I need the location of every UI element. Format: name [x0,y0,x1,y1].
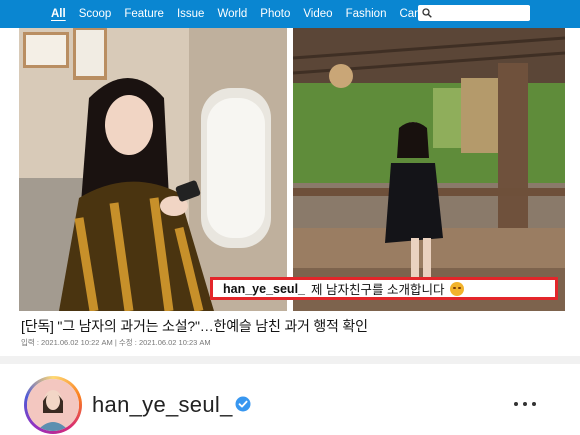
profile-username[interactable]: han_ye_seul_ [92,392,233,418]
caption-text: 제 남자친구를 소개합니다 [311,283,445,297]
nav-item-scoop[interactable]: Scoop [79,8,112,20]
nav-item-photo[interactable]: Photo [260,8,290,20]
nav-item-world[interactable]: World [217,8,247,20]
nav-item-issue[interactable]: Issue [177,8,205,20]
nav-item-all[interactable]: All [51,8,66,20]
nav-item-fashion[interactable]: Fashion [346,8,387,20]
article-photo-right [293,28,565,311]
top-nav: All Scoop Feature Issue World Photo Vide… [0,0,580,28]
nav-item-feature[interactable]: Feature [124,8,164,20]
article-headline[interactable]: [단독] "그 남자의 과거는 소설?"…한예슬 남친 과거 행적 확인 [21,316,368,336]
photo-caption-overlay: han_ye_seul_ 제 남자친구를 소개합니다 [210,277,558,300]
smiling-face-with-hearts-icon [450,281,465,296]
verified-badge-icon [235,396,251,412]
article-meta: 입력 : 2021.06.02 10:22 AM | 수정 : 2021.06.… [21,338,211,347]
avatar[interactable] [24,376,82,434]
caption-username: han_ye_seul_ [223,281,305,296]
article-photo-left [19,28,287,311]
avatar-image [27,379,79,431]
search-input[interactable] [432,6,530,20]
more-horizontal-icon[interactable] [514,402,536,406]
instagram-profile-header: han_ye_seul_ [0,364,580,435]
search-icon [422,8,432,18]
section-divider [0,356,580,364]
search-box[interactable] [418,5,530,21]
nav-item-video[interactable]: Video [303,8,332,20]
